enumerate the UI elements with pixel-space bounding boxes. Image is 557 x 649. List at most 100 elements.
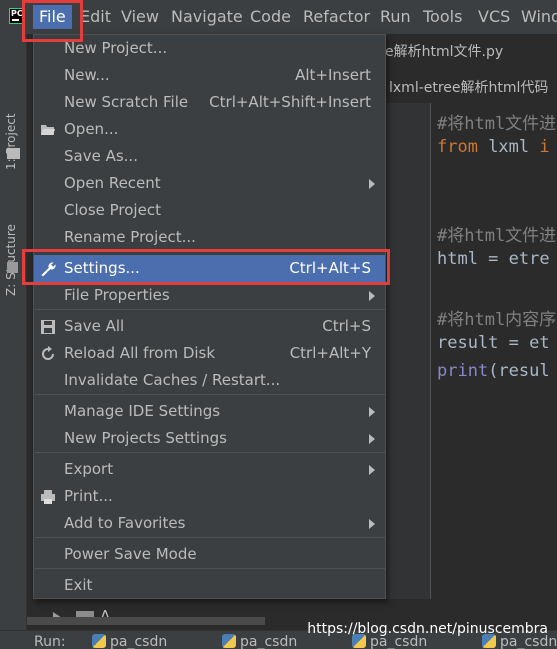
menu-item-power-save-mode[interactable]: Power Save Mode <box>34 541 385 568</box>
run-tab[interactable]: pa_csdn <box>222 634 297 649</box>
menu-code[interactable]: Code <box>250 7 291 27</box>
project-tool-tab[interactable]: 1: Project <box>4 113 18 170</box>
submenu-arrow-icon <box>369 179 375 189</box>
menu-item-label: New... <box>64 66 110 84</box>
menu-item-invalidate-caches[interactable]: Invalidate Caches / Restart... <box>34 367 385 394</box>
menu-item-label: Export <box>64 460 114 478</box>
menu-item-file-properties[interactable]: File Properties <box>34 282 385 309</box>
menu-item-label: Open Recent <box>64 174 161 192</box>
submenu-arrow-icon <box>369 291 375 301</box>
menu-item-shortcut: Ctrl+S <box>322 317 371 335</box>
editor-tab[interactable]: e解析html文件.py <box>385 38 557 66</box>
horizontal-scrollbar[interactable] <box>27 617 265 625</box>
menu-separator <box>35 251 386 252</box>
menu-item-settings[interactable]: Settings... Ctrl+Alt+S <box>34 255 385 282</box>
menu-edit[interactable]: Edit <box>80 7 111 27</box>
menu-item-label: Settings... <box>64 259 140 277</box>
menu-run[interactable]: Run <box>380 7 411 27</box>
code-line: #将html文件进 <box>437 114 557 134</box>
menu-item-label: Print... <box>64 487 113 505</box>
menu-separator <box>35 394 386 395</box>
menu-item-rename-project[interactable]: Rename Project... <box>34 224 385 251</box>
project-folder-icon <box>7 148 20 159</box>
wrench-icon <box>41 262 56 277</box>
menu-item-label: Power Save Mode <box>64 545 197 563</box>
keyword: i <box>539 137 550 157</box>
folder-open-icon <box>41 125 55 135</box>
menu-item-open-recent[interactable]: Open Recent <box>34 170 385 197</box>
menu-item-label: New Project... <box>64 39 168 57</box>
editor-gutter <box>385 103 431 599</box>
code-line: from lxml i <box>437 137 550 157</box>
submenu-arrow-icon <box>369 407 375 417</box>
builtin-name: print <box>437 361 489 381</box>
menu-item-label: Reload All from Disk <box>64 344 216 362</box>
editor-tab-title: e解析html文件.py <box>385 44 504 60</box>
code-line: html = etre <box>437 249 550 269</box>
menu-vcs[interactable]: VCS <box>478 7 510 27</box>
run-tab-label: pa_csdn <box>240 634 298 649</box>
menu-separator <box>35 568 386 569</box>
menu-item-close-project[interactable]: Close Project <box>34 197 385 224</box>
menu-item-shortcut: Ctrl+Alt+Shift+Insert <box>209 93 371 111</box>
menu-item-label: Exit <box>64 576 93 594</box>
code-editor[interactable]: #将html文件进 from lxml i #将html文件进 html = e… <box>431 103 557 599</box>
submenu-arrow-icon <box>369 465 375 475</box>
main-menu-bar: File Edit View Navigate Code Refactor Ru… <box>0 0 557 34</box>
run-label: Run: <box>34 634 66 649</box>
menu-item-new[interactable]: New... Alt+Insert <box>34 62 385 89</box>
menu-separator <box>35 452 386 453</box>
breadcrumb-label: lxml-etree解析html代码 <box>389 80 549 96</box>
menu-separator <box>35 537 386 538</box>
menu-item-shortcut: Ctrl+Alt+S <box>289 259 371 277</box>
menu-item-label: File Properties <box>64 286 170 304</box>
structure-icon <box>7 262 18 273</box>
menu-item-label: Manage IDE Settings <box>64 402 221 420</box>
code-line: #将html内容序 <box>437 310 557 330</box>
keyword: from <box>437 137 478 157</box>
code-line: print(resul <box>437 361 550 381</box>
menu-item-label: Save All <box>64 317 125 335</box>
code-text: lxml <box>477 137 540 157</box>
left-tool-strip: 1: Project Z: Structure <box>0 34 27 649</box>
structure-tool-tab[interactable]: Z: Structure <box>4 224 18 296</box>
menu-file[interactable]: File <box>33 5 72 29</box>
menu-item-manage-ide-settings[interactable]: Manage IDE Settings <box>34 398 385 425</box>
submenu-arrow-icon <box>369 434 375 444</box>
menu-item-exit[interactable]: Exit <box>34 572 385 599</box>
menu-item-open[interactable]: Open... <box>34 116 385 143</box>
menu-item-new-scratch-file[interactable]: New Scratch File Ctrl+Alt+Shift+Insert <box>34 89 385 116</box>
menu-item-label: New Projects Settings <box>64 429 227 447</box>
run-tab-label: pa_csdn <box>110 634 168 649</box>
menu-item-new-project[interactable]: New Project... <box>34 35 385 62</box>
menu-item-add-to-favorites[interactable]: Add to Favorites <box>34 510 385 537</box>
code-line: #将html文件进 <box>437 226 557 246</box>
menu-item-label: Add to Favorites <box>64 514 186 532</box>
menu-window[interactable]: Wind <box>521 7 557 27</box>
menu-view[interactable]: View <box>121 7 159 27</box>
menu-item-label: Save As... <box>64 147 138 165</box>
menu-refactor[interactable]: Refactor <box>303 7 370 27</box>
print-icon <box>41 490 55 504</box>
menu-item-save-all[interactable]: Save All Ctrl+S <box>34 313 385 340</box>
menu-item-export[interactable]: Export <box>34 456 385 483</box>
menu-item-shortcut: Alt+Insert <box>295 66 371 84</box>
menu-item-new-projects-settings[interactable]: New Projects Settings <box>34 425 385 452</box>
menu-item-reload-all[interactable]: Reload All from Disk Ctrl+Alt+Y <box>34 340 385 367</box>
watermark: https://blog.csdn.net/pinuscembra <box>307 621 548 637</box>
menu-item-label: Invalidate Caches / Restart... <box>64 371 281 389</box>
menu-item-save-as[interactable]: Save As... <box>34 143 385 170</box>
menu-item-print[interactable]: Print... <box>34 483 385 510</box>
file-menu-dropdown: New Project... New... Alt+Insert New Scra… <box>33 34 386 599</box>
menu-item-label: Rename Project... <box>64 228 196 246</box>
menu-tools[interactable]: Tools <box>423 7 462 27</box>
menu-item-shortcut: Ctrl+Alt+Y <box>289 344 371 362</box>
menu-item-label: Close Project <box>64 201 161 219</box>
code-text: (resul <box>488 361 550 381</box>
menu-navigate[interactable]: Navigate <box>171 7 243 27</box>
menu-item-label: New Scratch File <box>64 93 189 111</box>
run-tab[interactable]: pa_csdn <box>92 634 167 649</box>
breadcrumb: lxml-etree解析html代码 <box>385 75 557 101</box>
code-line: result = et <box>437 333 550 353</box>
save-icon <box>41 320 55 334</box>
